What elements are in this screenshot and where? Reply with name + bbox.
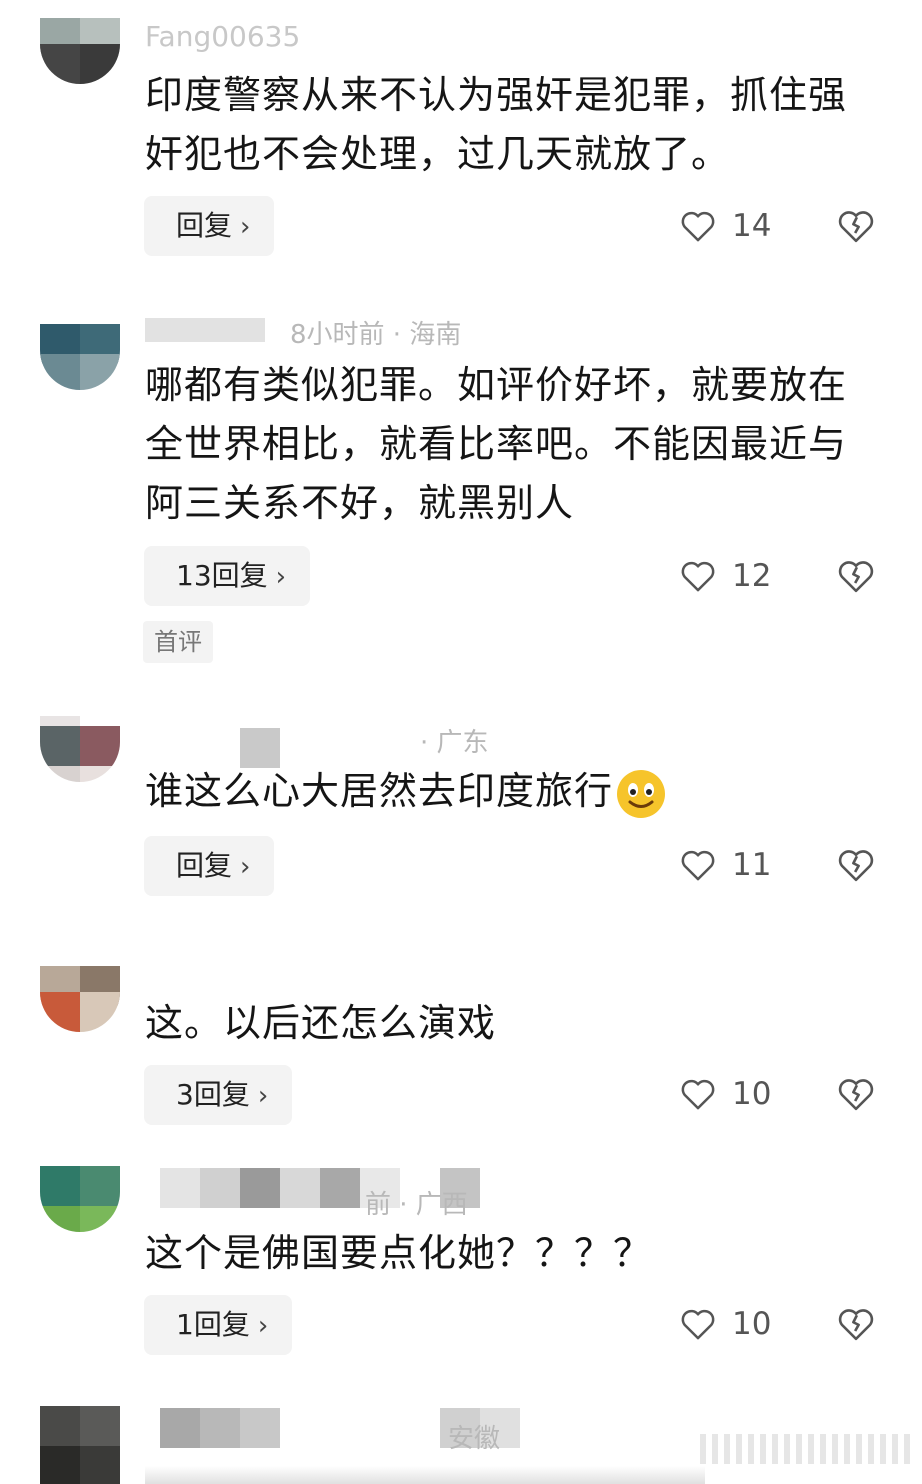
like-button[interactable]: 12 (678, 546, 771, 606)
like-button[interactable]: 11 (678, 835, 771, 895)
broken-heart-icon[interactable] (835, 555, 877, 597)
reply-label: 1回复 (176, 1308, 250, 1341)
like-count: 10 (732, 1076, 772, 1112)
reply-label: 13回复 (176, 559, 268, 592)
reply-button[interactable]: 1回复 › (144, 1295, 293, 1355)
reply-button[interactable]: 13回复 › (144, 546, 311, 606)
reply-label: 3回复 (176, 1078, 250, 1111)
broken-heart-icon[interactable] (835, 844, 877, 886)
heart-outline-icon (681, 850, 715, 881)
username[interactable]: Fang00635 (145, 20, 300, 53)
chevron-right-icon: › (275, 562, 287, 592)
like-button[interactable]: 10 (678, 1294, 771, 1354)
comment-meta: 8小时前 · 海南 (290, 320, 462, 350)
like-count: 10 (732, 1306, 772, 1342)
chevron-right-icon: › (240, 212, 251, 242)
like-count: 11 (732, 847, 772, 883)
chevron-right-icon: › (257, 1311, 269, 1341)
comment-meta: 安徽 (448, 1424, 501, 1454)
username-blurred (145, 318, 265, 342)
comment-text: 这个是佛国要点化她？？？？ (145, 1231, 653, 1275)
reply-label: 回复 (176, 209, 233, 242)
watermark (700, 1434, 910, 1464)
avatar[interactable] (40, 966, 120, 1032)
avatar[interactable] (40, 1406, 120, 1484)
comment-meta: · 广东 (420, 728, 489, 758)
comment-text: 这。以后还怎么演戏 (145, 1001, 497, 1045)
reply-button[interactable]: 3回复 › (144, 1065, 293, 1125)
comment-text: 谁这么心大居然去印度旅行 (145, 762, 885, 821)
chevron-right-icon: › (257, 1081, 269, 1111)
avatar[interactable] (40, 324, 120, 390)
comment-text-cutoff (145, 1466, 705, 1484)
comment-text: 哪都有类似犯罪。如评价好坏，就要放在全世界相比，就看比率吧。不能因最近与阿三关系… (145, 363, 848, 525)
heart-outline-icon (681, 1079, 715, 1110)
broken-heart-icon[interactable] (835, 1303, 877, 1345)
heart-outline-icon (681, 1309, 715, 1340)
like-count: 14 (732, 208, 772, 244)
avatar[interactable] (40, 18, 120, 84)
avatar[interactable] (40, 1166, 120, 1232)
comment-text: 印度警察从来不认为强奸是犯罪，抓住强奸犯也不会处理，过几天就放了。 (145, 73, 848, 176)
heart-outline-icon (681, 211, 715, 242)
chevron-right-icon: › (240, 852, 251, 882)
like-button[interactable]: 10 (678, 1064, 771, 1124)
comment-meta: 前 · 广西 (365, 1190, 468, 1220)
reply-label: 回复 (176, 849, 233, 882)
reply-button[interactable]: 回复 › (144, 196, 275, 256)
broken-heart-icon[interactable] (835, 1073, 877, 1115)
like-count: 12 (732, 558, 772, 594)
first-comment-badge: 首评 (143, 621, 213, 663)
smiling-face-icon (615, 768, 667, 820)
avatar[interactable] (40, 716, 120, 782)
like-button[interactable]: 14 (678, 196, 771, 256)
comment-text-content: 谁这么心大居然去印度旅行 (145, 769, 614, 813)
broken-heart-icon[interactable] (835, 205, 877, 247)
heart-outline-icon (681, 561, 715, 592)
reply-button[interactable]: 回复 › (144, 836, 275, 896)
